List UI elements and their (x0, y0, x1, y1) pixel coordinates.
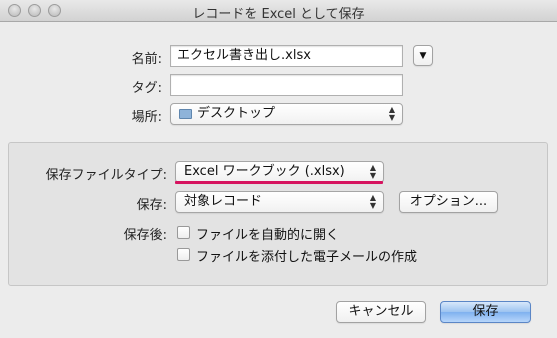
location-popup[interactable]: デスクトップ ▲ ▼ (170, 103, 403, 125)
email-file-checkbox[interactable] (177, 248, 190, 261)
where-label: 場所: (131, 110, 162, 125)
save-scope-popup[interactable]: 対象レコード ▲ ▼ (175, 191, 384, 213)
cancel-button[interactable]: キャンセル (336, 301, 426, 323)
file-type-value: Excel ワークブック (.xlsx) (184, 164, 345, 179)
save-scope-label: 保存: (136, 198, 167, 213)
email-file-label[interactable]: ファイルを添付した電子メールの作成 (196, 246, 417, 265)
file-type-popup[interactable]: Excel ワークブック (.xlsx) ▲ ▼ (175, 161, 384, 183)
location-value: デスクトップ (197, 106, 276, 121)
expand-button[interactable]: ▼ (413, 45, 433, 66)
title-bar: レコードを Excel として保存 (0, 0, 557, 22)
save-button[interactable]: 保存 (440, 301, 531, 323)
file-type-label: 保存ファイルタイプ: (45, 168, 167, 183)
open-file-checkbox[interactable] (177, 226, 190, 239)
popup-arrows-icon: ▲ ▼ (369, 163, 377, 180)
name-field[interactable]: エクセル書き出し.xlsx (170, 45, 403, 67)
open-file-label[interactable]: ファイルを自動的に開く (196, 224, 339, 243)
save-scope-value: 対象レコード (184, 194, 263, 209)
file-type-highlight (175, 181, 383, 184)
chevron-down-icon: ▼ (419, 51, 427, 61)
tags-label: タグ: (131, 81, 162, 96)
folder-icon (179, 109, 192, 119)
popup-arrows-icon: ▲ ▼ (369, 193, 377, 210)
name-label: 名前: (131, 52, 162, 67)
options-button[interactable]: オプション... (399, 191, 498, 213)
popup-arrows-icon: ▲ ▼ (388, 105, 396, 122)
window-title: レコードを Excel として保存 (192, 7, 365, 22)
tags-field[interactable] (170, 74, 403, 96)
after-save-label: 保存後: (123, 228, 167, 243)
